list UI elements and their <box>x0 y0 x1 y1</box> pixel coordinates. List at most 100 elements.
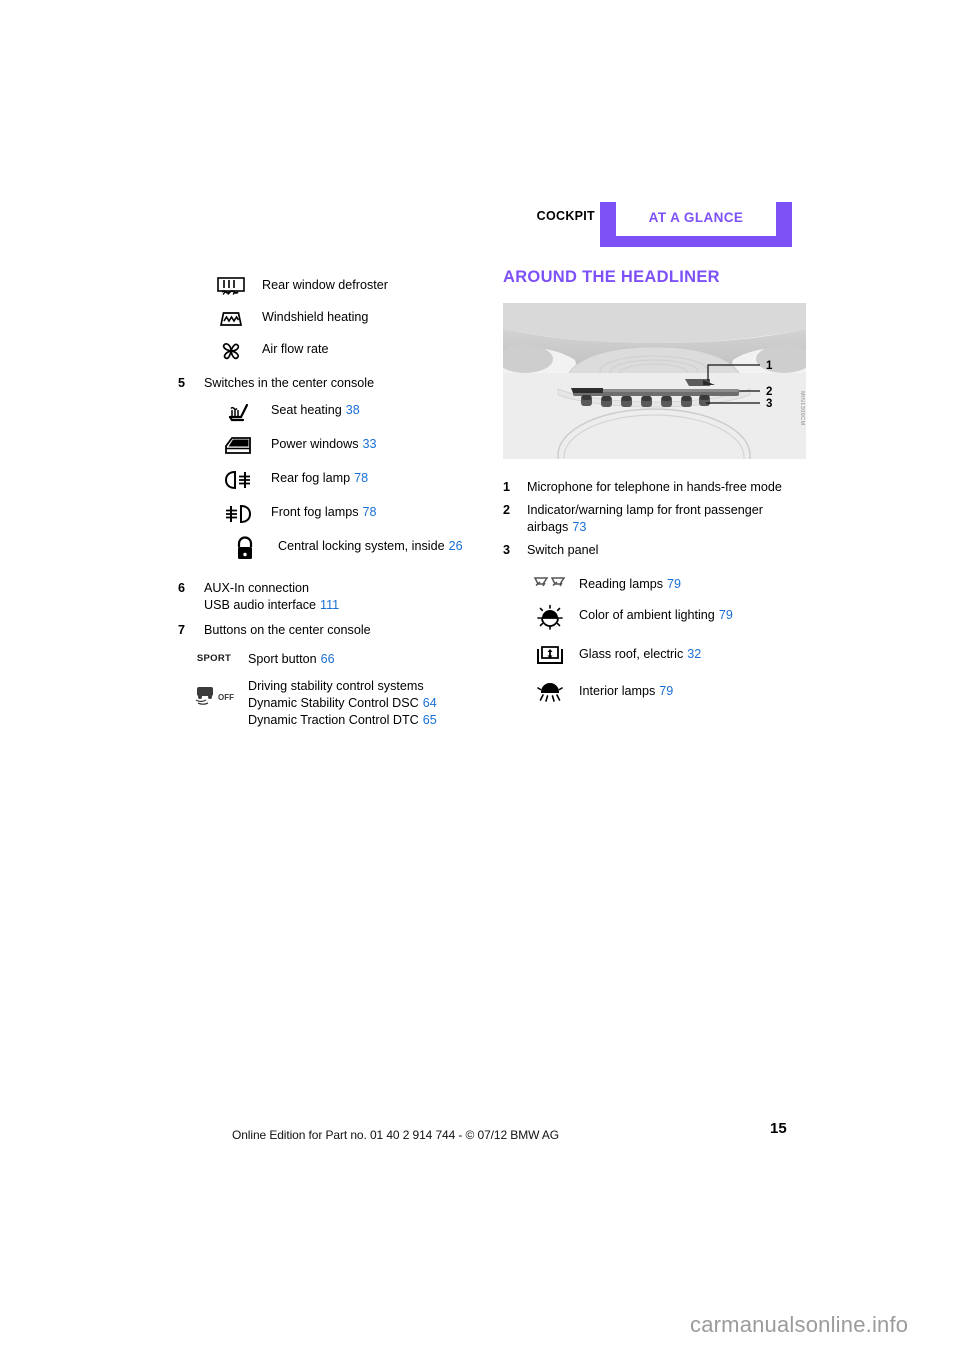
left-column: Rear window defroster Windshield heating <box>178 275 478 739</box>
item-line-2-text: USB audio interface <box>204 598 317 612</box>
reading-lamps-icon <box>527 573 573 591</box>
symbol-row-air-flow-rate: Air flow rate <box>178 339 478 363</box>
symbol-row-seat-heating: Seat heating 38 <box>178 400 478 424</box>
header-section-label: AT A GLANCE <box>648 210 744 225</box>
item-number: 6 <box>178 581 186 595</box>
numbered-item-7: 7 Buttons on the center console <box>178 622 478 639</box>
symbol-text: Rear fog lamp <box>271 471 351 485</box>
item-text: AUX-In connection USB audio interface 111 <box>204 580 478 614</box>
dsc-line-3-text: Dynamic Traction Control DTC <box>248 713 419 727</box>
symbol-text: Front fog lamps <box>271 505 359 519</box>
seat-heating-icon <box>215 400 261 424</box>
symbol-row-rear-fog-lamp: Rear fog lamp 78 <box>178 468 478 492</box>
right-column: AROUND THE HEADLINER 1 2 3 MIN1300CM 1 M… <box>503 268 808 715</box>
windshield-heating-icon <box>208 307 254 329</box>
interior-lamps-icon <box>527 680 573 704</box>
callout-text: Indicator/warning lamp for front passeng… <box>527 502 808 537</box>
item-text: Switches in the center console <box>204 376 375 390</box>
page-ref: 65 <box>422 713 437 727</box>
symbol-label: Front fog lamps 78 <box>271 502 478 521</box>
symbol-row-reading-lamps: Reading lamps 79 <box>503 573 808 593</box>
ambient-lighting-icon <box>527 604 573 632</box>
symbol-text: Interior lamps <box>579 684 656 698</box>
symbol-label: Rear fog lamp 78 <box>271 468 478 487</box>
rear-fog-lamp-icon <box>215 468 261 492</box>
symbol-text: Color of ambient lighting <box>579 608 715 622</box>
page-ref: 66 <box>320 652 335 666</box>
symbol-text: Sport button <box>248 652 317 666</box>
callout-number: 1 <box>503 480 511 494</box>
item-text: Buttons on the center console <box>204 623 371 637</box>
callout-text-body: Indicator/warning lamp for front passeng… <box>527 502 763 535</box>
symbol-label: Color of ambient lighting 79 <box>579 604 808 624</box>
air-flow-rate-icon <box>208 339 254 363</box>
callout-text: Switch panel <box>527 542 599 557</box>
page-ref: 79 <box>718 608 733 622</box>
symbol-text: Seat heating <box>271 403 342 417</box>
callout-number: 3 <box>503 542 511 557</box>
symbol-label: Seat heating 38 <box>271 400 478 419</box>
page-ref: 79 <box>659 684 674 698</box>
symbol-label: Rear window defroster <box>262 275 478 294</box>
symbol-row-windshield-heating: Windshield heating <box>178 307 478 329</box>
page-ref: 111 <box>320 598 340 612</box>
symbol-label: Central locking system, inside 26 <box>278 536 478 555</box>
page-title: AROUND THE HEADLINER <box>503 268 720 286</box>
symbol-label: Interior lamps 79 <box>579 680 808 700</box>
rear-window-defroster-icon <box>208 275 254 297</box>
svg-text:OFF: OFF <box>218 693 234 702</box>
callout-text: Microphone for telephone in hands-free m… <box>527 480 782 494</box>
dsc-line-2-text: Dynamic Stability Control DSC <box>248 696 419 710</box>
item-number: 5 <box>178 376 186 390</box>
figure-code: MIN1300CM <box>799 391 805 426</box>
symbol-text: Windshield heating <box>262 310 369 324</box>
symbol-row-power-windows: Power windows 33 <box>178 434 478 458</box>
symbol-label: Driving stability control systems Dynami… <box>248 678 478 729</box>
glass-roof-icon <box>527 643 573 669</box>
page-ref: 33 <box>362 437 377 451</box>
page-ref: 79 <box>667 577 682 591</box>
item-number: 7 <box>178 623 186 637</box>
dsc-line-3: Dynamic Traction Control DTC 65 <box>248 712 478 729</box>
symbol-text: Central locking system, inside <box>278 539 445 553</box>
page-ref: 64 <box>422 696 437 710</box>
footer-edition-line: Online Edition for Part no. 01 40 2 914 … <box>232 1128 560 1142</box>
symbol-text: Power windows <box>271 437 359 451</box>
symbol-text: Glass roof, electric <box>579 647 684 661</box>
sport-button-icon: SPORT <box>188 649 240 665</box>
dsc-line-1: Driving stability control systems <box>248 679 424 693</box>
symbol-text: Rear window defroster <box>262 278 388 292</box>
callout-item-1: 1 Microphone for telephone in hands-free… <box>503 479 808 497</box>
symbol-label: Power windows 33 <box>271 434 478 453</box>
callout-item-2: 2 Indicator/warning lamp for front passe… <box>503 502 808 537</box>
symbol-text: Air flow rate <box>262 342 329 356</box>
watermark: carmanualsonline.info <box>690 1312 909 1337</box>
item-line-1: AUX-In connection <box>204 581 310 595</box>
symbol-label: Windshield heating <box>262 307 478 326</box>
svg-text:SPORT: SPORT <box>197 653 231 664</box>
symbol-text: Reading lamps <box>579 577 664 591</box>
symbol-row-front-fog-lamps: Front fog lamps 78 <box>178 502 478 526</box>
svg-text:3: 3 <box>766 398 772 410</box>
symbol-label: Sport button 66 <box>248 649 478 668</box>
item-line-2: USB audio interface 111 <box>204 597 478 614</box>
svg-text:1: 1 <box>766 360 773 372</box>
numbered-item-6: 6 AUX-In connection USB audio interface 1… <box>178 580 478 614</box>
callout-number: 2 <box>503 502 511 517</box>
symbol-row-sport-button: SPORT Sport button 66 <box>178 649 478 668</box>
central-locking-icon <box>222 536 268 562</box>
dsc-line-2: Dynamic Stability Control DSC 64 <box>248 695 478 712</box>
front-fog-lamps-icon <box>215 502 261 526</box>
symbol-row-ambient-lighting: Color of ambient lighting 79 <box>503 604 808 632</box>
power-windows-icon <box>215 434 261 458</box>
symbol-label: Air flow rate <box>262 339 478 358</box>
symbol-label: Reading lamps 79 <box>579 573 808 593</box>
numbered-item-5: 5 Switches in the center console <box>178 375 478 392</box>
page-ref: 38 <box>345 403 360 417</box>
page-header: COCKPIT AT A GLANCE <box>0 0 960 250</box>
page-ref: 32 <box>687 647 702 661</box>
symbol-row-rear-window-defroster: Rear window defroster <box>178 275 478 297</box>
symbol-row-central-locking: Central locking system, inside 26 <box>185 536 478 562</box>
symbol-row-driving-stability-control: OFF Driving stability control systems Dy… <box>178 678 478 729</box>
page-ref: 73 <box>572 520 587 534</box>
